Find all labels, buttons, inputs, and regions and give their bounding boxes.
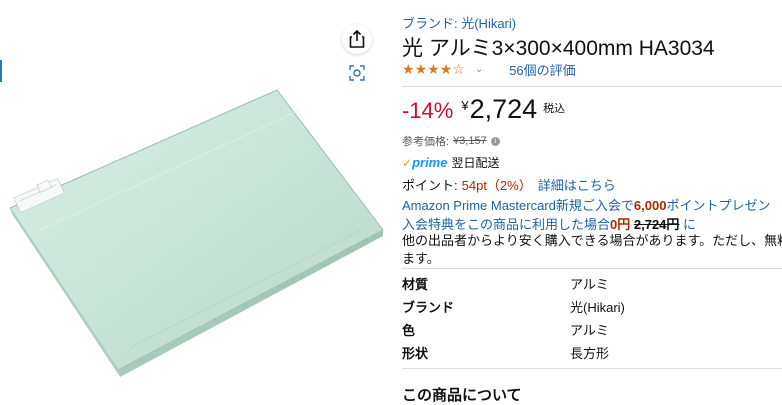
spec-row: ブランド 光(Hikari) [402,295,625,318]
spec-table: 材質 アルミ ブランド 光(Hikari) 色 アルミ 形状 長方形 [402,272,625,364]
mastercard-promo[interactable]: Amazon Prime Mastercard新規ご入会で6,000ポイントプレ… [402,195,770,214]
star-empty-icon: ☆ [452,61,465,77]
points-apply-text: 入会特典をこの商品に利用した場合 [402,217,611,232]
info-icon[interactable]: i [490,136,500,146]
discount-percent: -14% [402,98,454,123]
spec-value: 長方形 [570,346,610,361]
points-row: ポイント: 54pt（2%） 詳細はこちら [402,175,616,194]
chevron-down-icon[interactable]: ⌄ [475,64,483,75]
mastercard-points: 6,000 [633,198,667,213]
spec-label: 色 [402,323,416,338]
other-sellers-line1: 他の出品者からより安く購入できる場合があります。ただし、無料 [402,233,782,248]
spec-row: 色 アルミ [402,318,625,341]
divider [402,86,782,87]
currency-symbol: ¥ [461,98,469,113]
prime-row: ✓ prime 翌日配送 [402,154,499,171]
mastercard-promo-suffix: ポイントプレゼン [666,198,771,213]
spec-label: ブランド [402,300,455,315]
spec-label: 材質 [402,277,429,292]
product-title: 光 アルミ3×300×400mm HA3034 [402,37,715,60]
spec-row: 材質 アルミ [402,272,625,295]
points-details-link[interactable]: 詳細はこちら [538,178,616,193]
reference-price: ¥3,157 [453,135,487,147]
prime-check-icon: ✓ [402,155,413,170]
star-full-icon: ★ [427,61,440,77]
points-apply-old-price: 2,724円 [633,217,680,232]
points-value: 54pt（2%） [461,178,532,193]
reference-price-label: 参考価格: [402,136,450,148]
other-sellers-line2: ます。 [402,251,440,266]
reference-price-row: 参考価格: ¥3,157 i [402,133,500,149]
product-photo[interactable] [0,80,395,380]
price-row: -14% ¥ 2,724 税込 [402,94,565,125]
share-button[interactable] [342,24,372,54]
prime-delivery: 翌日配送 [451,156,500,170]
price-amount: 2,724 [469,94,538,124]
points-label: ポイント: [402,178,458,193]
product-image-area [0,0,395,400]
star-rating[interactable]: ★★★★☆ [402,61,465,78]
points-apply-promo[interactable]: 入会特典をこの商品に利用した場合0円 2,724円 に [402,214,696,233]
thumbnail-indicator[interactable] [0,60,2,82]
points-apply-new-price: 0円 [610,217,631,232]
spec-row: 形状 長方形 [402,341,625,364]
spec-value: アルミ [570,277,609,292]
divider [402,368,782,369]
prime-logo: prime [412,155,448,170]
tax-label: 税込 [543,103,566,115]
share-icon [349,30,365,48]
mastercard-promo-text: Amazon Prime Mastercard新規ご入会で [402,198,634,213]
about-heading: この商品について [402,387,522,404]
star-full-icon: ★ [414,61,428,77]
rating-row: ★★★★☆ ⌄ 56個の評価 [402,60,576,79]
brand-link[interactable]: ブランド: 光(Hikari) [402,13,516,32]
other-sellers-note[interactable]: 他の出品者からより安く購入できる場合があります。ただし、無料 ます。 [402,232,782,268]
spec-label: 形状 [402,346,429,361]
spec-value: 光(Hikari) [570,300,625,315]
zoom-icon [349,65,365,81]
star-full-icon: ★ [439,61,453,77]
spec-value: アルミ [570,323,609,338]
review-count-link[interactable]: 56個の評価 [509,60,575,79]
divider [402,268,782,269]
star-full-icon: ★ [402,61,415,77]
points-apply-suffix: に [679,217,697,232]
